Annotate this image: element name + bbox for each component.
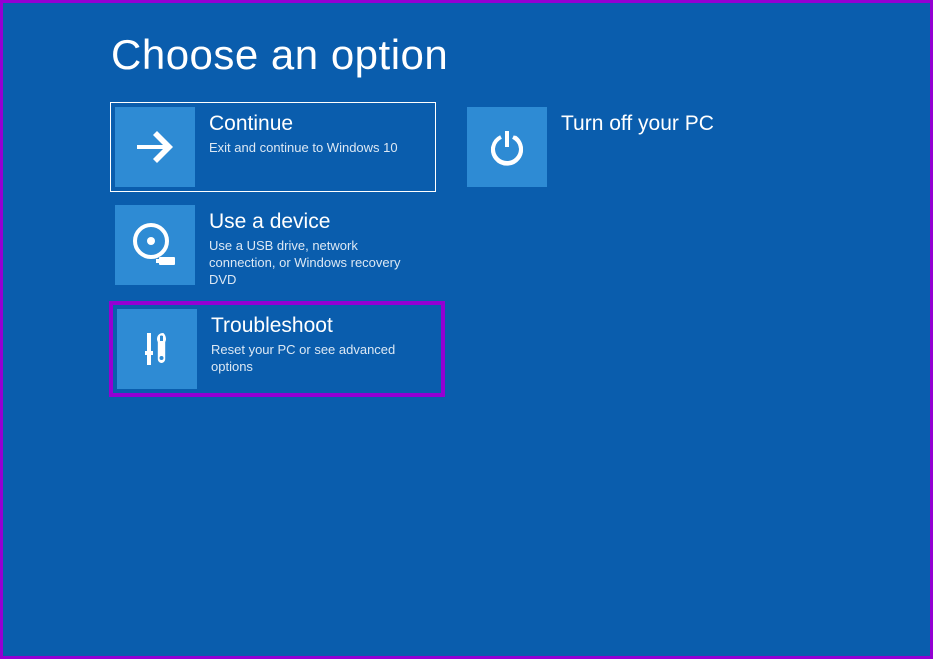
option-title: Use a device	[209, 209, 419, 234]
option-desc: Reset your PC or see advanced options	[211, 342, 421, 376]
options-grid: Continue Exit and continue to Windows 10…	[111, 103, 930, 405]
option-title: Turn off your PC	[561, 111, 714, 136]
power-icon	[467, 107, 547, 187]
option-desc: Use a USB drive, network connection, or …	[209, 238, 419, 289]
tools-icon	[117, 309, 197, 389]
arrow-right-icon	[115, 107, 195, 187]
option-title: Continue	[209, 111, 398, 136]
option-continue[interactable]: Continue Exit and continue to Windows 10	[111, 103, 435, 191]
option-turn-off[interactable]: Turn off your PC	[463, 103, 787, 191]
disc-usb-icon	[115, 205, 195, 285]
option-desc: Exit and continue to Windows 10	[209, 140, 398, 157]
option-troubleshoot[interactable]: Troubleshoot Reset your PC or see advanc…	[111, 303, 443, 395]
option-title: Troubleshoot	[211, 313, 421, 338]
page-title: Choose an option	[111, 31, 930, 79]
option-use-device[interactable]: Use a device Use a USB drive, network co…	[111, 201, 435, 293]
